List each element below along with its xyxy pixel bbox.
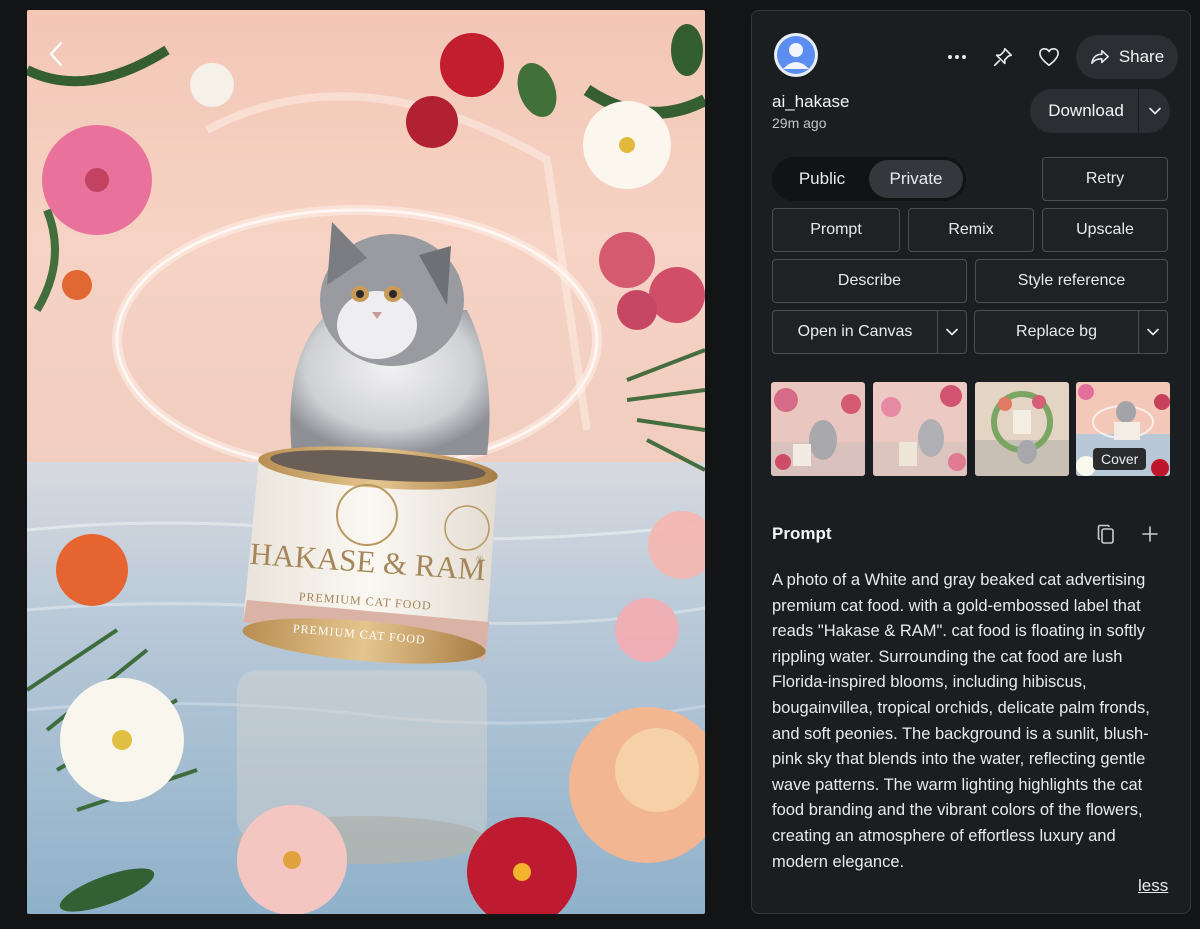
can-registered-mark: ® (476, 555, 484, 566)
visibility-toggle: Public Private (772, 157, 966, 201)
share-label: Share (1118, 47, 1165, 66)
top-actions: Share (934, 35, 1178, 79)
download-split-button: Download (1030, 89, 1170, 133)
less-link[interactable]: less (1138, 876, 1168, 896)
thumbnail-image (975, 382, 1069, 476)
plus-icon (1142, 526, 1158, 542)
share-icon (1090, 49, 1109, 65)
heart-icon (1039, 48, 1059, 66)
retry-button[interactable]: Retry (1042, 157, 1168, 201)
like-button[interactable] (1026, 37, 1072, 77)
prompt-heading: Prompt (772, 524, 832, 543)
style-reference-button[interactable]: Style reference (975, 259, 1168, 303)
visibility-public[interactable]: Public (775, 160, 869, 198)
variation-thumbnail-cover[interactable]: Cover (1076, 382, 1170, 476)
add-prompt-button[interactable] (1136, 520, 1164, 548)
timestamp: 29m ago (772, 115, 827, 131)
remix-button[interactable]: Remix (908, 208, 1034, 252)
pin-button[interactable] (980, 37, 1026, 77)
download-button[interactable]: Download (1030, 89, 1138, 133)
image-canvas: HAKASE & RAM ® PREMIUM CAT FOOD PREMIUM … (27, 10, 705, 914)
details-panel: Share ai_hakase 29m ago Download Public … (751, 10, 1191, 914)
chevron-down-icon (946, 328, 958, 336)
back-arrow-icon (49, 41, 63, 67)
avatar[interactable] (774, 33, 818, 77)
thumbnail-image (873, 382, 967, 476)
back-button[interactable] (41, 36, 71, 72)
user-icon (777, 36, 815, 74)
chevron-down-icon (1148, 107, 1161, 115)
describe-button[interactable]: Describe (772, 259, 967, 303)
variation-thumbnail-2[interactable] (873, 382, 967, 476)
more-button[interactable] (934, 37, 980, 77)
replace-bg-options[interactable] (1138, 311, 1167, 353)
open-in-canvas-split: Open in Canvas (772, 310, 967, 354)
variation-thumbnail-1[interactable] (771, 382, 865, 476)
chevron-down-icon (1147, 328, 1159, 336)
open-in-canvas-options[interactable] (937, 311, 966, 353)
thumbnail-image (771, 382, 865, 476)
generated-image[interactable]: HAKASE & RAM ® PREMIUM CAT FOOD PREMIUM … (27, 10, 705, 914)
cover-badge: Cover (1093, 448, 1147, 470)
upscale-button[interactable]: Upscale (1042, 208, 1168, 252)
copy-icon (1097, 524, 1114, 544)
copy-prompt-button[interactable] (1092, 520, 1120, 548)
username[interactable]: ai_hakase (772, 92, 850, 112)
replace-bg-split: Replace bg (974, 310, 1168, 354)
prompt-text: A photo of a White and gray beaked cat a… (772, 571, 1150, 871)
download-options-button[interactable] (1138, 89, 1170, 133)
prompt-button[interactable]: Prompt (772, 208, 900, 252)
open-in-canvas-button[interactable]: Open in Canvas (773, 311, 937, 353)
replace-bg-button[interactable]: Replace bg (975, 311, 1138, 353)
more-icon (948, 55, 966, 59)
pin-icon (993, 47, 1013, 67)
visibility-private[interactable]: Private (869, 160, 963, 198)
variation-thumbnail-3[interactable] (975, 382, 1069, 476)
cat-food-can: HAKASE & RAM ® PREMIUM CAT FOOD PREMIUM … (242, 446, 498, 664)
share-button[interactable]: Share (1076, 35, 1178, 79)
